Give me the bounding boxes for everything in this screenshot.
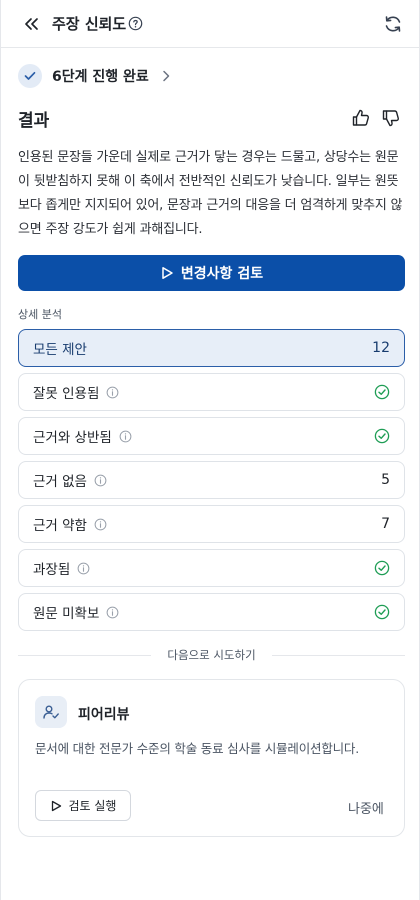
filter-misquoted[interactable]: 잘못 인용됨 bbox=[18, 373, 405, 411]
step-progress-label: 6단계 진행 완료 bbox=[52, 69, 149, 85]
result-title: 결과 bbox=[18, 111, 50, 131]
filter-label: 잘못 인용됨 bbox=[33, 386, 100, 402]
peer-review-title: 피어리뷰 bbox=[78, 707, 130, 723]
question-circle-icon[interactable] bbox=[128, 16, 143, 31]
check-circle-icon bbox=[374, 384, 390, 400]
filter-weak-evidence[interactable]: 근거 약함 7 bbox=[18, 505, 405, 543]
filter-count: 7 bbox=[381, 516, 390, 532]
play-icon bbox=[51, 800, 61, 811]
thumbs-down-icon[interactable] bbox=[381, 108, 401, 128]
analysis-section-label: 상세 분석 bbox=[18, 308, 62, 321]
info-icon[interactable] bbox=[77, 562, 90, 575]
result-summary: 인용된 문장들 가운데 실제로 근거가 닿는 경우는 드물고, 상당수는 원문이… bbox=[18, 150, 403, 237]
filter-label: 원문 미확보 bbox=[33, 606, 100, 622]
double-chevron-left-icon[interactable] bbox=[19, 12, 43, 36]
check-icon bbox=[18, 64, 42, 88]
peer-review-card: 피어리뷰 문서에 대한 전문가 수준의 학술 동료 심사를 시뮬레이션합니다. … bbox=[18, 679, 405, 837]
step-progress-row[interactable]: 6단계 진행 완료 bbox=[18, 62, 171, 90]
filter-count: 5 bbox=[381, 472, 390, 488]
check-circle-icon bbox=[374, 428, 390, 444]
info-icon[interactable] bbox=[94, 518, 107, 531]
check-circle-icon bbox=[374, 604, 390, 620]
info-icon[interactable] bbox=[119, 430, 132, 443]
claim-credibility-panel: 주장 신뢰도 6단계 진행 완료 결과 인용된 문장들 가운데 실제로 근거가 … bbox=[0, 0, 420, 900]
peer-review-description: 문서에 대한 전문가 수준의 학술 동료 심사를 시뮬레이션합니다. bbox=[35, 741, 359, 756]
play-icon bbox=[162, 267, 173, 279]
info-icon[interactable] bbox=[106, 606, 119, 619]
panel-title: 주장 신뢰도 bbox=[52, 15, 127, 33]
filter-label: 근거와 상반됨 bbox=[33, 430, 112, 446]
run-review-button[interactable]: 검토 실행 bbox=[35, 790, 131, 821]
filter-label: 근거 약함 bbox=[33, 518, 87, 534]
filter-exaggerated[interactable]: 과장됨 bbox=[18, 549, 405, 587]
try-next-divider: 다음으로 시도하기 bbox=[18, 645, 406, 665]
panel-header: 주장 신뢰도 bbox=[1, 0, 420, 48]
chevron-right-icon bbox=[163, 70, 170, 82]
filter-label: 근거 없음 bbox=[33, 474, 87, 490]
info-icon[interactable] bbox=[94, 474, 107, 487]
user-check-icon bbox=[35, 696, 67, 728]
filter-no-evidence[interactable]: 근거 없음 5 bbox=[18, 461, 405, 499]
review-changes-label: 변경사항 검토 bbox=[180, 266, 264, 282]
review-changes-button[interactable]: 변경사항 검토 bbox=[18, 255, 405, 291]
filter-all-suggestions[interactable]: 모든 제안 12 bbox=[18, 329, 405, 367]
filter-source-unavailable[interactable]: 원문 미확보 bbox=[18, 593, 405, 631]
run-review-label: 검토 실행 bbox=[68, 799, 117, 813]
later-button[interactable]: 나중에 bbox=[348, 798, 384, 817]
filter-contradicts-evidence[interactable]: 근거와 상반됨 bbox=[18, 417, 405, 455]
divider-line bbox=[271, 654, 406, 656]
thumbs-up-icon[interactable] bbox=[351, 108, 371, 128]
info-icon[interactable] bbox=[106, 386, 119, 399]
filter-label: 과장됨 bbox=[33, 562, 71, 578]
refresh-icon[interactable] bbox=[382, 13, 404, 35]
try-next-label: 다음으로 시도하기 bbox=[167, 648, 256, 662]
filter-label: 모든 제안 bbox=[33, 342, 87, 358]
check-circle-icon bbox=[374, 560, 390, 576]
divider-line bbox=[18, 654, 152, 656]
filter-count: 12 bbox=[372, 340, 390, 356]
